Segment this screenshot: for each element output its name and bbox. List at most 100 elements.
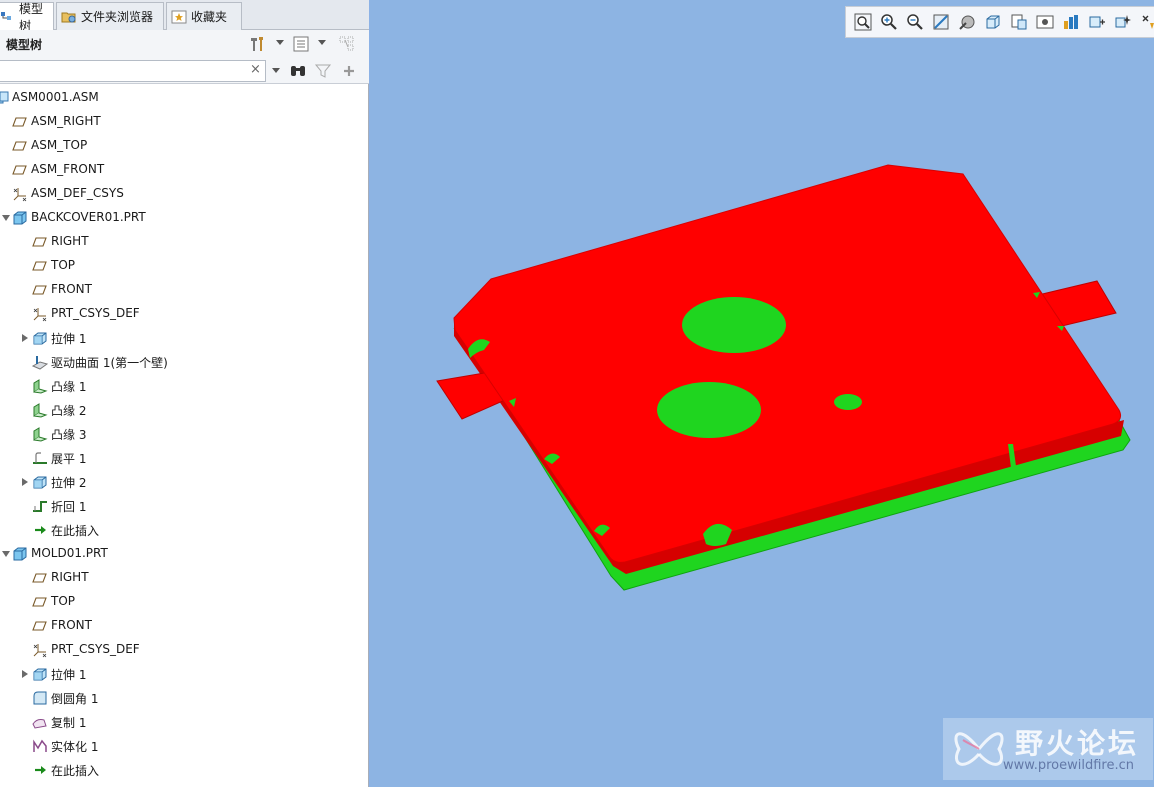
- tree-filter-disabled-icon[interactable]: [337, 34, 357, 54]
- model-tree-panel: 模型树 文件夹浏览器 收藏夹 模型树 × ASM0001.ASM ASM_RIG…: [0, 0, 369, 787]
- tree-item[interactable]: 拉伸 1: [0, 662, 368, 686]
- tree-item-label: FRONT: [51, 618, 92, 632]
- zoom-fit-icon[interactable]: [850, 9, 876, 35]
- tree-item[interactable]: 倒圆角 1: [0, 686, 368, 710]
- hole-large-top: [682, 297, 786, 353]
- collapse-arrow-icon[interactable]: [2, 551, 10, 557]
- tab-favorites[interactable]: 收藏夹: [166, 2, 242, 30]
- tree-item[interactable]: 展平 1: [0, 446, 368, 470]
- expand-arrow-icon[interactable]: [22, 334, 28, 342]
- tree-item[interactable]: BACKCOVER01.PRT: [0, 206, 368, 230]
- flange-icon: [32, 402, 48, 418]
- tree-item[interactable]: FRONT: [0, 614, 368, 638]
- extrude-icon: [32, 666, 48, 682]
- tree-item[interactable]: 拉伸 1: [0, 326, 368, 350]
- expand-arrow-icon[interactable]: [22, 670, 28, 678]
- tree-item-label: 驱动曲面 1(第一个壁): [51, 356, 168, 370]
- part-icon: [12, 546, 28, 562]
- flange-icon: [32, 378, 48, 394]
- tree-item[interactable]: ASM0001.ASM: [0, 86, 368, 110]
- assembly-icon: [0, 90, 10, 106]
- show-dropdown-icon[interactable]: [318, 40, 326, 45]
- tree-item-label: 实体化 1: [51, 740, 99, 754]
- tab-label: 文件夹浏览器: [81, 10, 154, 24]
- tree-item-label: TOP: [51, 594, 76, 608]
- zoom-in-icon[interactable]: [876, 9, 902, 35]
- watermark: 野火论坛 www.proewildfire.cn: [943, 718, 1153, 780]
- tree-item[interactable]: ASM_FRONT: [0, 158, 368, 182]
- show-columns-icon[interactable]: [291, 34, 311, 54]
- tree-item[interactable]: RIGHT: [0, 566, 368, 590]
- tree-item[interactable]: 凸缘 3: [0, 422, 368, 446]
- zoom-out-icon[interactable]: [902, 9, 928, 35]
- insert-here-arrow-icon: [32, 522, 48, 538]
- flange-icon: [32, 426, 48, 442]
- tree-item[interactable]: TOP: [0, 590, 368, 614]
- datum-plane-icon: [32, 570, 48, 586]
- search-row: ×: [0, 58, 369, 84]
- csys-icon: [32, 642, 48, 658]
- extrude-icon: [32, 330, 48, 346]
- tree-item[interactable]: 复制 1: [0, 710, 368, 734]
- tree-item-label: 凸缘 3: [51, 428, 87, 442]
- tab-model-tree[interactable]: 模型树: [0, 2, 54, 33]
- settings-tools-icon[interactable]: [247, 34, 267, 54]
- expand-arrow-icon[interactable]: [22, 478, 28, 486]
- tree-item[interactable]: 凸缘 1: [0, 374, 368, 398]
- tree-item-label: FRONT: [51, 282, 92, 296]
- favorites-tab-icon: [171, 10, 187, 24]
- tree-item[interactable]: TOP: [0, 254, 368, 278]
- tree-item[interactable]: FRONT: [0, 278, 368, 302]
- tree-item[interactable]: 驱动曲面 1(第一个壁): [0, 350, 368, 374]
- spin-center-icon[interactable]: [1110, 9, 1136, 35]
- find-binoculars-icon[interactable]: [288, 61, 308, 81]
- datum-plane-icon: [32, 234, 48, 250]
- graphics-viewport[interactable]: 野火论坛 www.proewildfire.cn: [370, 0, 1154, 787]
- tree-item[interactable]: 凸缘 2: [0, 398, 368, 422]
- tree-item-label: ASM_DEF_CSYS: [31, 186, 124, 200]
- collapse-arrow-icon[interactable]: [2, 215, 10, 221]
- filter-icon[interactable]: [313, 61, 333, 81]
- datum-plane-icon: [32, 594, 48, 610]
- search-input[interactable]: [0, 60, 266, 82]
- add-icon[interactable]: [339, 61, 359, 81]
- more-tools-icon[interactable]: [1136, 9, 1154, 35]
- saved-orientations-icon[interactable]: [980, 9, 1006, 35]
- tree-item[interactable]: RIGHT: [0, 230, 368, 254]
- tree-item[interactable]: 实体化 1: [0, 734, 368, 758]
- tab-label: 模型树: [19, 2, 44, 33]
- tree-item-label: 拉伸 2: [51, 476, 87, 490]
- cover-top-face: [453, 164, 1121, 563]
- tree-item-label: RIGHT: [51, 234, 89, 248]
- tree-item[interactable]: MOLD01.PRT: [0, 542, 368, 566]
- watermark-title: 野火论坛: [1015, 727, 1140, 760]
- tab-label: 收藏夹: [191, 10, 228, 24]
- clear-search-icon[interactable]: ×: [250, 63, 261, 77]
- annotation-display-icon[interactable]: [1058, 9, 1084, 35]
- repaint-icon[interactable]: [928, 9, 954, 35]
- tree-item[interactable]: PRT_CSYS_DEF: [0, 638, 368, 662]
- datum-plane-icon: [32, 618, 48, 634]
- insert-here-arrow-icon: [32, 762, 48, 778]
- model-render[interactable]: [370, 0, 1154, 787]
- extrude-icon: [32, 474, 48, 490]
- tree-item[interactable]: PRT_CSYS_DEF: [0, 302, 368, 326]
- tree-item[interactable]: ASM_RIGHT: [0, 110, 368, 134]
- tree-item[interactable]: 折回 1: [0, 494, 368, 518]
- perspective-icon[interactable]: [1032, 9, 1058, 35]
- tree-item[interactable]: 在此插入: [0, 518, 368, 542]
- view-manager-icon[interactable]: [1006, 9, 1032, 35]
- tree-item[interactable]: ASM_DEF_CSYS: [0, 182, 368, 206]
- tree-item[interactable]: ASM_TOP: [0, 134, 368, 158]
- tree-item[interactable]: 在此插入: [0, 758, 368, 782]
- watermark-url: www.proewildfire.cn: [1003, 758, 1134, 773]
- datum-display-icon[interactable]: [1084, 9, 1110, 35]
- tree-item-label: 展平 1: [51, 452, 87, 466]
- search-dropdown-icon[interactable]: [272, 68, 280, 73]
- tab-folder-browser[interactable]: 文件夹浏览器: [56, 2, 164, 30]
- model-tree-tab-icon: [0, 10, 15, 24]
- tools-dropdown-icon[interactable]: [276, 40, 284, 45]
- display-style-icon[interactable]: [954, 9, 980, 35]
- tree-item[interactable]: 拉伸 2: [0, 470, 368, 494]
- butterfly-logo-icon: [954, 732, 1004, 766]
